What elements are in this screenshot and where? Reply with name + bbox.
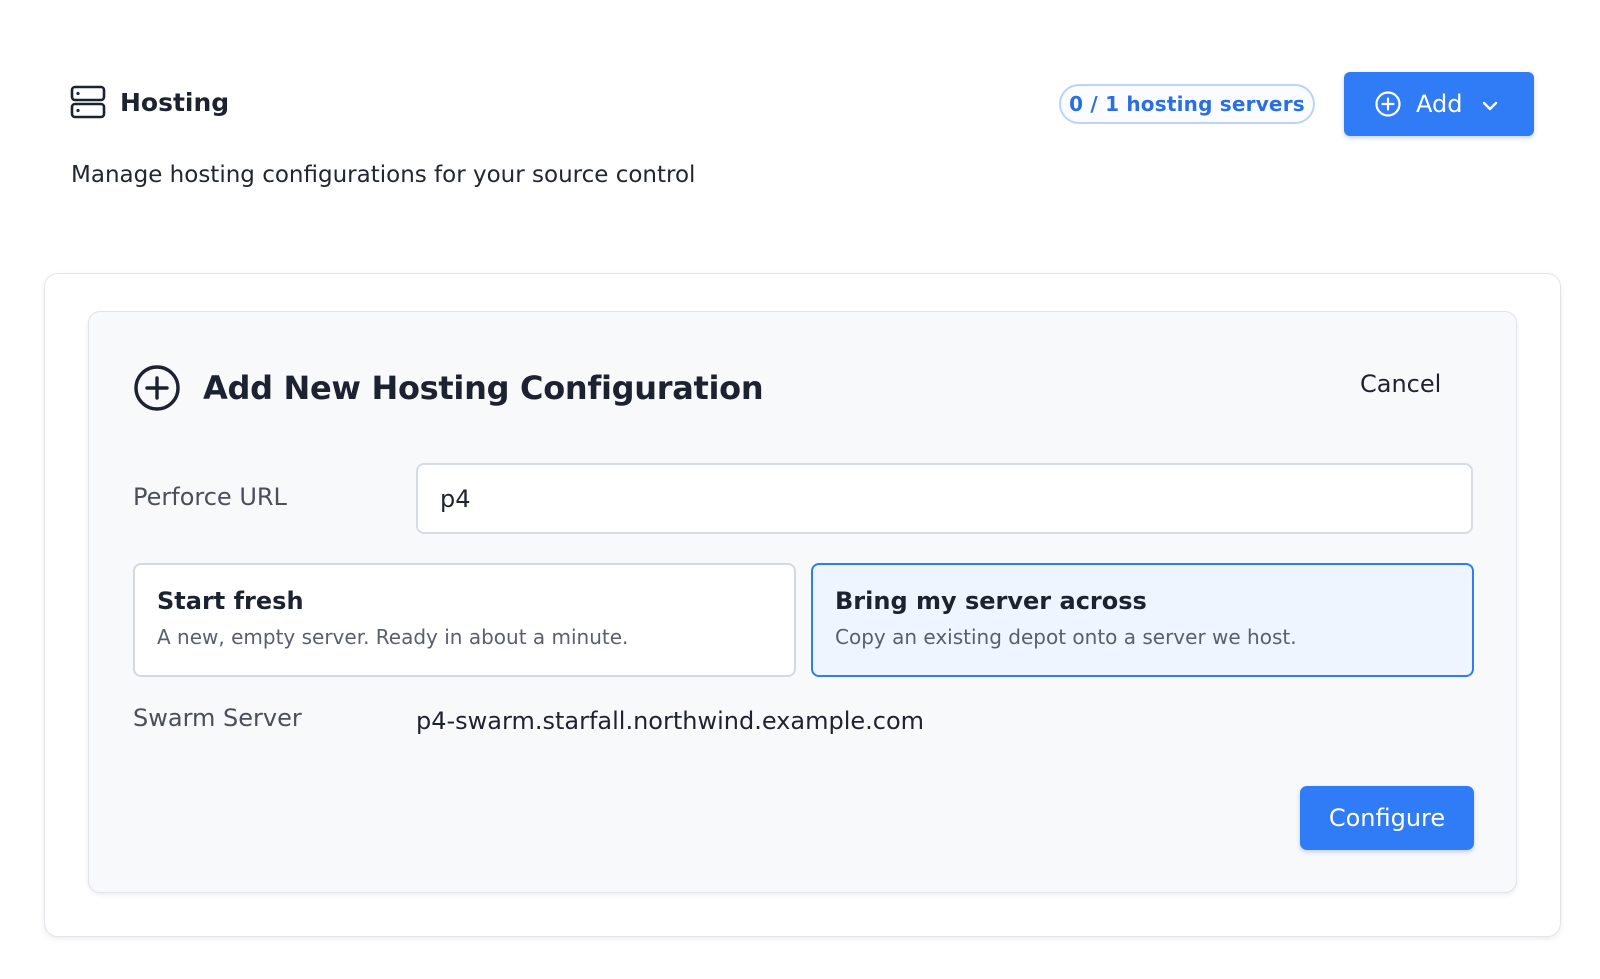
server-icon (70, 84, 106, 120)
plus-circle-icon (133, 364, 181, 412)
cancel-button[interactable]: Cancel (1356, 368, 1445, 400)
option-start-fresh[interactable]: Start fresh A new, empty server. Ready i… (133, 563, 796, 677)
swarm-server-label: Swarm Server (133, 704, 302, 732)
page-header: Hosting (70, 84, 229, 120)
plus-circle-icon (1374, 90, 1402, 118)
option-title: Bring my server across (835, 587, 1147, 615)
option-title: Start fresh (157, 587, 304, 615)
chevron-down-icon[interactable] (1480, 94, 1500, 114)
option-description: Copy an existing depot onto a server we … (835, 625, 1297, 649)
hosting-page: Hosting Manage hosting configurations fo… (0, 0, 1600, 979)
configure-button[interactable]: Configure (1300, 786, 1474, 850)
add-button[interactable]: Add (1344, 72, 1534, 136)
perforce-url-label: Perforce URL (133, 483, 287, 511)
swarm-server-value: p4-swarm.starfall.northwind.example.com (416, 707, 925, 735)
option-description: A new, empty server. Ready in about a mi… (157, 625, 629, 649)
hosting-count-badge: 0 / 1 hosting servers (1059, 84, 1315, 124)
form-header: Add New Hosting Configuration (133, 364, 764, 412)
page-subtitle: Manage hosting configurations for your s… (71, 162, 696, 188)
form-title: Add New Hosting Configuration (203, 369, 764, 407)
perforce-url-input[interactable] (416, 463, 1473, 534)
page-title: Hosting (120, 87, 230, 117)
add-button-label: Add (1416, 90, 1463, 118)
option-bring-server-across[interactable]: Bring my server across Copy an existing … (811, 563, 1474, 677)
